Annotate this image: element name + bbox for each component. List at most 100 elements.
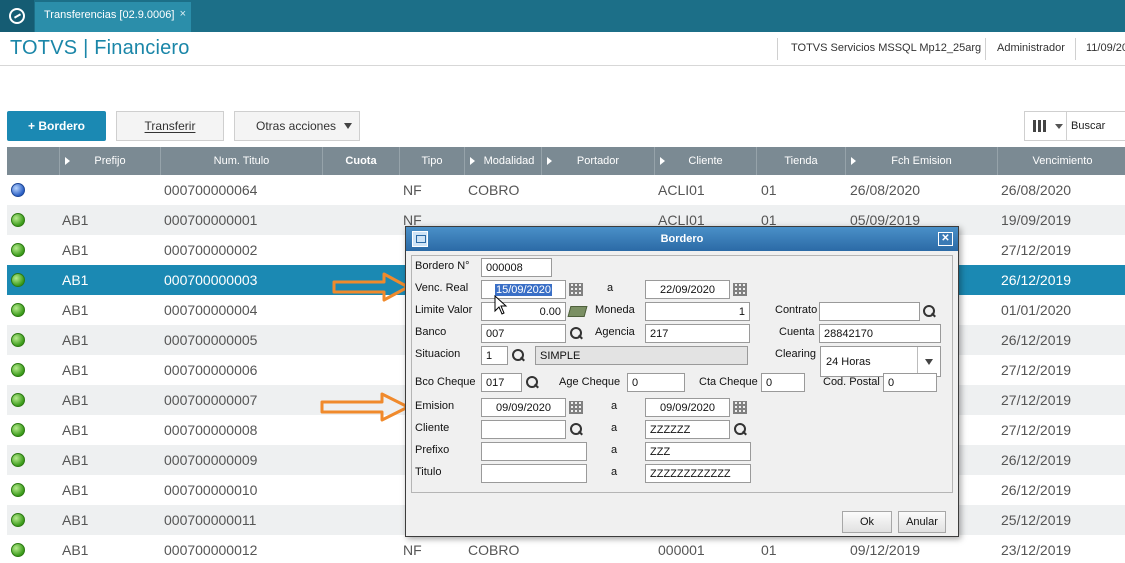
column-header-cuota[interactable]: Cuota [323,147,400,175]
emision-from-field[interactable]: 09/09/2020 [481,398,566,417]
column-header-tipo[interactable]: Tipo [400,147,465,175]
vencimiento-cell: 27/12/2019 [1001,392,1072,408]
num-titulo-cell: 000700000064 [164,182,258,198]
vencimiento-cell: 26/12/2019 [1001,452,1072,468]
totvs-logo-icon[interactable] [0,0,34,32]
sort-arrow-icon [470,157,475,165]
close-icon[interactable]: ✕ [938,232,953,246]
sort-arrow-icon [547,157,552,165]
columns-icon[interactable] [1033,120,1047,132]
agencia-field[interactable]: 217 [645,324,750,343]
search-icon[interactable] [734,423,747,436]
cuenta-label: Cuenta [779,326,815,338]
agencia-label: Agencia [595,326,635,338]
more-actions-label: Otras acciones [256,119,337,133]
cod-postal-label: Cod. Postal [823,376,880,388]
chevron-down-icon[interactable] [1055,124,1063,129]
close-icon[interactable]: × [180,8,186,20]
vencimiento-cell: 27/12/2019 [1001,422,1072,438]
prefijo-cell: AB1 [62,212,89,228]
status-dot-icon [11,243,25,257]
chevron-down-icon [925,359,933,365]
venc-real-label: Venc. Real [415,282,469,294]
calendar-icon[interactable] [569,401,583,414]
column-header-modalidad[interactable]: Modalidad [465,147,542,175]
prefixo-to-field[interactable]: ZZZ [645,442,751,461]
calendar-icon[interactable] [733,401,747,414]
situacion-code-field[interactable]: 1 [481,346,508,365]
venc-real-to-field[interactable]: 22/09/2020 [645,280,730,299]
prefijo-cell: AB1 [62,242,89,258]
moneda-field[interactable]: 1 [645,302,750,321]
transfer-button[interactable]: Transferir [116,111,224,141]
tab-transferencias[interactable]: Transferencias [02.9.0006] × [35,2,191,32]
range-to-label: a [611,400,618,412]
tab-label: Transferencias [02.9.0006] [44,9,175,21]
status-dot-icon [11,333,25,347]
column-header-num-titulo[interactable]: Num. Titulo [161,147,323,175]
titulo-from-field[interactable] [481,464,587,483]
num-titulo-cell: 000700000012 [164,542,258,558]
ok-button[interactable]: Ok [842,511,892,533]
fch-emision-cell: 26/08/2020 [850,182,921,198]
column-header-vencimiento[interactable]: Vencimiento [998,147,1125,175]
status-dot-icon [11,303,25,317]
cancel-button[interactable]: Anular [898,511,946,533]
status-dot-icon [11,423,25,437]
dialog-titlebar[interactable]: Bordero ✕ [406,227,958,251]
chevron-down-icon [344,123,352,129]
calendar-icon[interactable] [569,283,583,296]
tienda-cell: 01 [761,182,777,198]
money-icon[interactable] [567,306,588,317]
table-row[interactable]: 000700000064 NF COBRO ACLI01 01 26/08/2020 26/… [7,175,1125,205]
vencimiento-cell: 23/12/2019 [1001,542,1072,558]
mouse-cursor-icon [494,295,508,315]
banco-field[interactable]: 007 [481,324,566,343]
bco-cheque-field[interactable]: 017 [481,373,522,392]
num-titulo-cell: 000700000011 [164,512,257,528]
age-cheque-field[interactable]: 0 [627,373,685,392]
modalidad-cell: COBRO [468,182,520,198]
vencimiento-cell: 19/09/2019 [1001,212,1072,228]
search-box[interactable]: Buscar [1024,111,1125,141]
vencimiento-cell: 25/12/2019 [1001,512,1072,528]
bordero-button[interactable]: + Bordero [7,111,106,141]
search-icon[interactable] [526,376,539,389]
more-actions-button[interactable]: Otras acciones [234,111,360,141]
search-input[interactable]: Buscar [1071,120,1105,132]
search-icon[interactable] [923,305,936,318]
session-date: 11/09/20 [1086,42,1125,54]
search-icon[interactable] [570,327,583,340]
emision-to-field[interactable]: 09/09/2020 [645,398,730,417]
user-name[interactable]: Administrador [997,42,1065,54]
prefixo-from-field[interactable] [481,442,587,461]
column-header-tienda[interactable]: Tienda [757,147,846,175]
column-header-prefijo[interactable]: Prefijo [60,147,161,175]
cta-cheque-field[interactable]: 0 [761,373,805,392]
search-icon[interactable] [570,423,583,436]
table-row[interactable]: AB1 000700000012 NF COBRO 000001 01 09/12/2019… [7,535,1125,563]
bordero-no-field[interactable]: 000008 [481,258,552,277]
calendar-icon[interactable] [733,283,747,296]
status-dot-icon [11,543,25,557]
column-header-fch-emision[interactable]: Fch Emision [846,147,998,175]
cliente-label: Cliente [415,422,450,434]
search-icon[interactable] [512,349,525,362]
app-window: Transferencias [02.9.0006] × TOTVS | Fin… [0,0,1125,563]
sort-arrow-icon [660,157,665,165]
titulo-to-field[interactable]: ZZZZZZZZZZZZ [645,464,751,483]
cod-postal-field[interactable]: 0 [883,373,937,392]
situacion-desc-field: SIMPLE [535,346,748,365]
sort-arrow-icon [65,157,70,165]
range-to-label: a [611,444,618,456]
cliente-to-field[interactable]: ZZZZZZ [645,420,730,439]
contrato-field[interactable] [819,302,920,321]
column-header-status[interactable] [7,147,60,175]
column-header-portador[interactable]: Portador [542,147,655,175]
divider [777,38,778,60]
cuenta-field[interactable]: 28842170 [819,324,941,343]
column-header-cliente[interactable]: Cliente [655,147,757,175]
bordero-no-label: Bordero N° [415,260,470,272]
cliente-from-field[interactable] [481,420,566,439]
status-dot-icon [11,273,25,287]
